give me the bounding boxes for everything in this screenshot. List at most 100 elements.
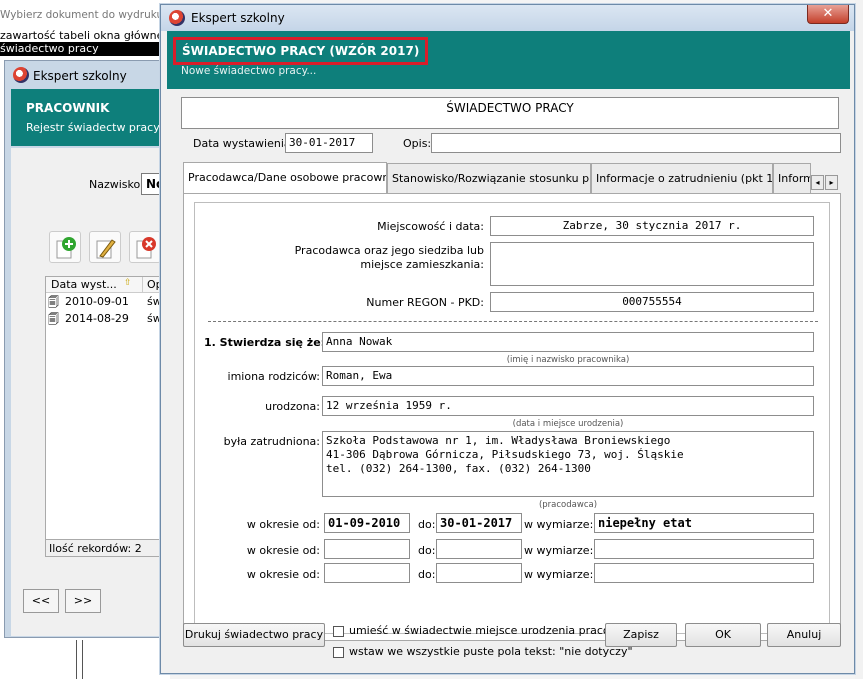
period-from-input[interactable]	[324, 539, 410, 559]
row-date: 2010-09-01	[65, 295, 129, 308]
period-to-input[interactable]	[436, 539, 522, 559]
dimension-input[interactable]: niepełny etat	[594, 513, 814, 533]
chooser-item-main-table[interactable]: zawartość tabeli okna głównego	[0, 29, 177, 42]
table-row[interactable]: 🗐 2014-08-29 świ	[46, 311, 174, 327]
period-to-label: do:	[418, 518, 436, 531]
tab-scroll-right-icon[interactable]: ▸	[825, 175, 838, 190]
delete-button[interactable]	[129, 231, 161, 263]
banner-title: PRACOWNIK	[26, 101, 110, 115]
regon-label: Numer REGON - PKD:	[366, 296, 484, 309]
divider	[82, 640, 83, 679]
period-to-label: do:	[418, 568, 436, 581]
description-label: Opis:	[403, 137, 432, 150]
employer-address-textarea[interactable]: Szkoła Podstawowa nr 1, im. Władysława B…	[322, 431, 814, 497]
ok-button[interactable]: OK	[685, 623, 761, 647]
row-date: 2014-08-29	[65, 312, 129, 325]
records-count: Ilość rekordów: 2	[45, 539, 173, 557]
employee-name-input[interactable]: Anna Nowak	[322, 332, 814, 352]
dialog-header: ŚWIADECTWO PRACY (WZÓR 2017) Nowe świade…	[167, 31, 850, 89]
banner-subtitle: Rejestr świadectw pracy	[26, 121, 160, 134]
dimension-input[interactable]	[594, 539, 814, 559]
sort-icon: ⇧	[124, 278, 132, 288]
period-from-label: w okresie od:	[246, 544, 320, 557]
delete-icon	[136, 237, 156, 259]
chooser-hint: Wybierz dokument do wydruku:	[0, 9, 167, 21]
employed-label: była zatrudniona:	[223, 435, 320, 448]
employee-name-caption: (imię i nazwisko pracownika)	[506, 355, 630, 365]
period-to-input[interactable]: 30-01-2017	[436, 513, 522, 533]
description-input[interactable]	[431, 133, 841, 153]
tab-more[interactable]: Inform	[773, 163, 811, 193]
issue-date-label: Data wystawienia:	[193, 137, 295, 150]
born-label: urodzona:	[265, 400, 320, 413]
dialog-title: Ekspert szkolny	[191, 11, 285, 25]
chooser-item-certificate[interactable]: świadectwo pracy	[0, 42, 170, 56]
place-date-label: Miejscowość i data:	[377, 220, 484, 233]
parents-label: imiona rodziców:	[227, 370, 320, 383]
parents-input[interactable]: Roman, Ewa	[322, 366, 814, 386]
certifies-label: 1. Stwierdza się że:	[204, 336, 326, 349]
period-to-input[interactable]	[436, 563, 522, 583]
add-button[interactable]	[49, 231, 81, 263]
born-caption: (data i miejsce urodzenia)	[512, 419, 624, 429]
period-to-label: do:	[418, 544, 436, 557]
column-header-date[interactable]: Data wyst...	[51, 278, 117, 291]
divider	[76, 640, 77, 679]
period-from-input[interactable]	[324, 563, 410, 583]
column-divider	[142, 277, 143, 293]
close-button[interactable]: ✕	[807, 5, 849, 24]
employer-input[interactable]	[490, 242, 814, 286]
pencil-icon	[96, 239, 116, 259]
regon-input[interactable]: 000755554	[490, 292, 814, 312]
dimension-label: w wymiarze:	[524, 518, 594, 531]
birthplace-checkbox[interactable]	[333, 626, 344, 637]
employer-line: tel. (032) 264-1300, fax. (032) 264-1300	[326, 462, 591, 475]
app-icon	[13, 67, 29, 83]
issue-date-input[interactable]: 30-01-2017	[285, 133, 373, 153]
period-from-label: w okresie od:	[246, 518, 320, 531]
period-from-input[interactable]: 01-09-2010	[324, 513, 410, 533]
cancel-button[interactable]: Anuluj	[767, 623, 841, 647]
employer-line: 41-306 Dąbrowa Górnicza, Piłsudskiego 73…	[326, 448, 684, 461]
prev-button[interactable]: <<	[23, 589, 59, 613]
dimension-label: w wymiarze:	[524, 568, 594, 581]
background-edge	[855, 0, 863, 679]
employer-line: Szkoła Podstawowa nr 1, im. Władysława B…	[326, 434, 671, 447]
period-from-label: w okresie od:	[246, 568, 320, 581]
header-subtitle: Nowe świadectwo pracy...	[181, 65, 317, 77]
edit-button[interactable]	[89, 231, 121, 263]
add-icon	[56, 237, 76, 259]
tab-employer[interactable]: Pracodawca/Dane osobowe pracownika	[183, 162, 387, 193]
dialog-body: ŚWIADECTWO PRACY Data wystawienia: 30-01…	[167, 89, 850, 669]
section-divider	[208, 321, 818, 322]
app-icon	[169, 10, 185, 26]
next-button[interactable]: >>	[65, 589, 101, 613]
tab-content: Miejscowość i data: Zabrze, 30 stycznia …	[183, 193, 841, 641]
table-row[interactable]: 🗐 2010-09-01 świ	[46, 294, 174, 310]
employer-caption: (pracodawca)	[538, 500, 598, 510]
print-certificate-button[interactable]: Drukuj świadectwo pracy	[183, 623, 325, 647]
save-button[interactable]: Zapisz	[605, 623, 677, 647]
tab-scroll-left-icon[interactable]: ◂	[811, 175, 824, 190]
employee-window: Ekspert szkolny PRACOWNIK Rejestr świade…	[4, 60, 174, 638]
certificate-dialog: Ekspert szkolny ✕ ŚWIADECTWO PRACY (WZÓR…	[160, 4, 855, 674]
place-date-input[interactable]: Zabrze, 30 stycznia 2017 r.	[490, 216, 814, 236]
born-input[interactable]: 12 września 1959 r.	[322, 396, 814, 416]
employer-label: Pracodawca oraz jego siedziba lub miejsc…	[294, 244, 484, 271]
window-title: Ekspert szkolny	[33, 69, 127, 83]
certificate-list: Data wyst... ⇧ Op 🗐 2010-09-01 świ 🗐 201…	[45, 276, 174, 541]
tab-position[interactable]: Stanowisko/Rozwiązanie stosunku pracy	[387, 163, 591, 193]
not-applicable-checkbox[interactable]	[333, 647, 344, 658]
dialog-titlebar: Ekspert szkolny ✕	[161, 5, 854, 31]
dimension-input[interactable]	[594, 563, 814, 583]
tab-employment-info[interactable]: Informacje o zatrudnieniu (pkt 1-2)	[591, 163, 773, 193]
document-icon: 🗐	[48, 313, 59, 326]
surname-label: Nazwisko:	[89, 178, 144, 191]
dimension-label: w wymiarze:	[524, 544, 594, 557]
document-title: ŚWIADECTWO PRACY	[181, 97, 839, 129]
employee-banner: PRACOWNIK Rejestr świadectw pracy	[11, 89, 173, 146]
not-applicable-checkbox-label: wstaw we wszystkie puste pola tekst: "ni…	[349, 645, 633, 658]
list-header: Data wyst... ⇧ Op	[46, 277, 174, 293]
header-title: ŚWIADECTWO PRACY (WZÓR 2017)	[173, 37, 429, 65]
birthplace-checkbox-label: umieść w świadectwie miejsce urodzenia p…	[349, 624, 642, 637]
